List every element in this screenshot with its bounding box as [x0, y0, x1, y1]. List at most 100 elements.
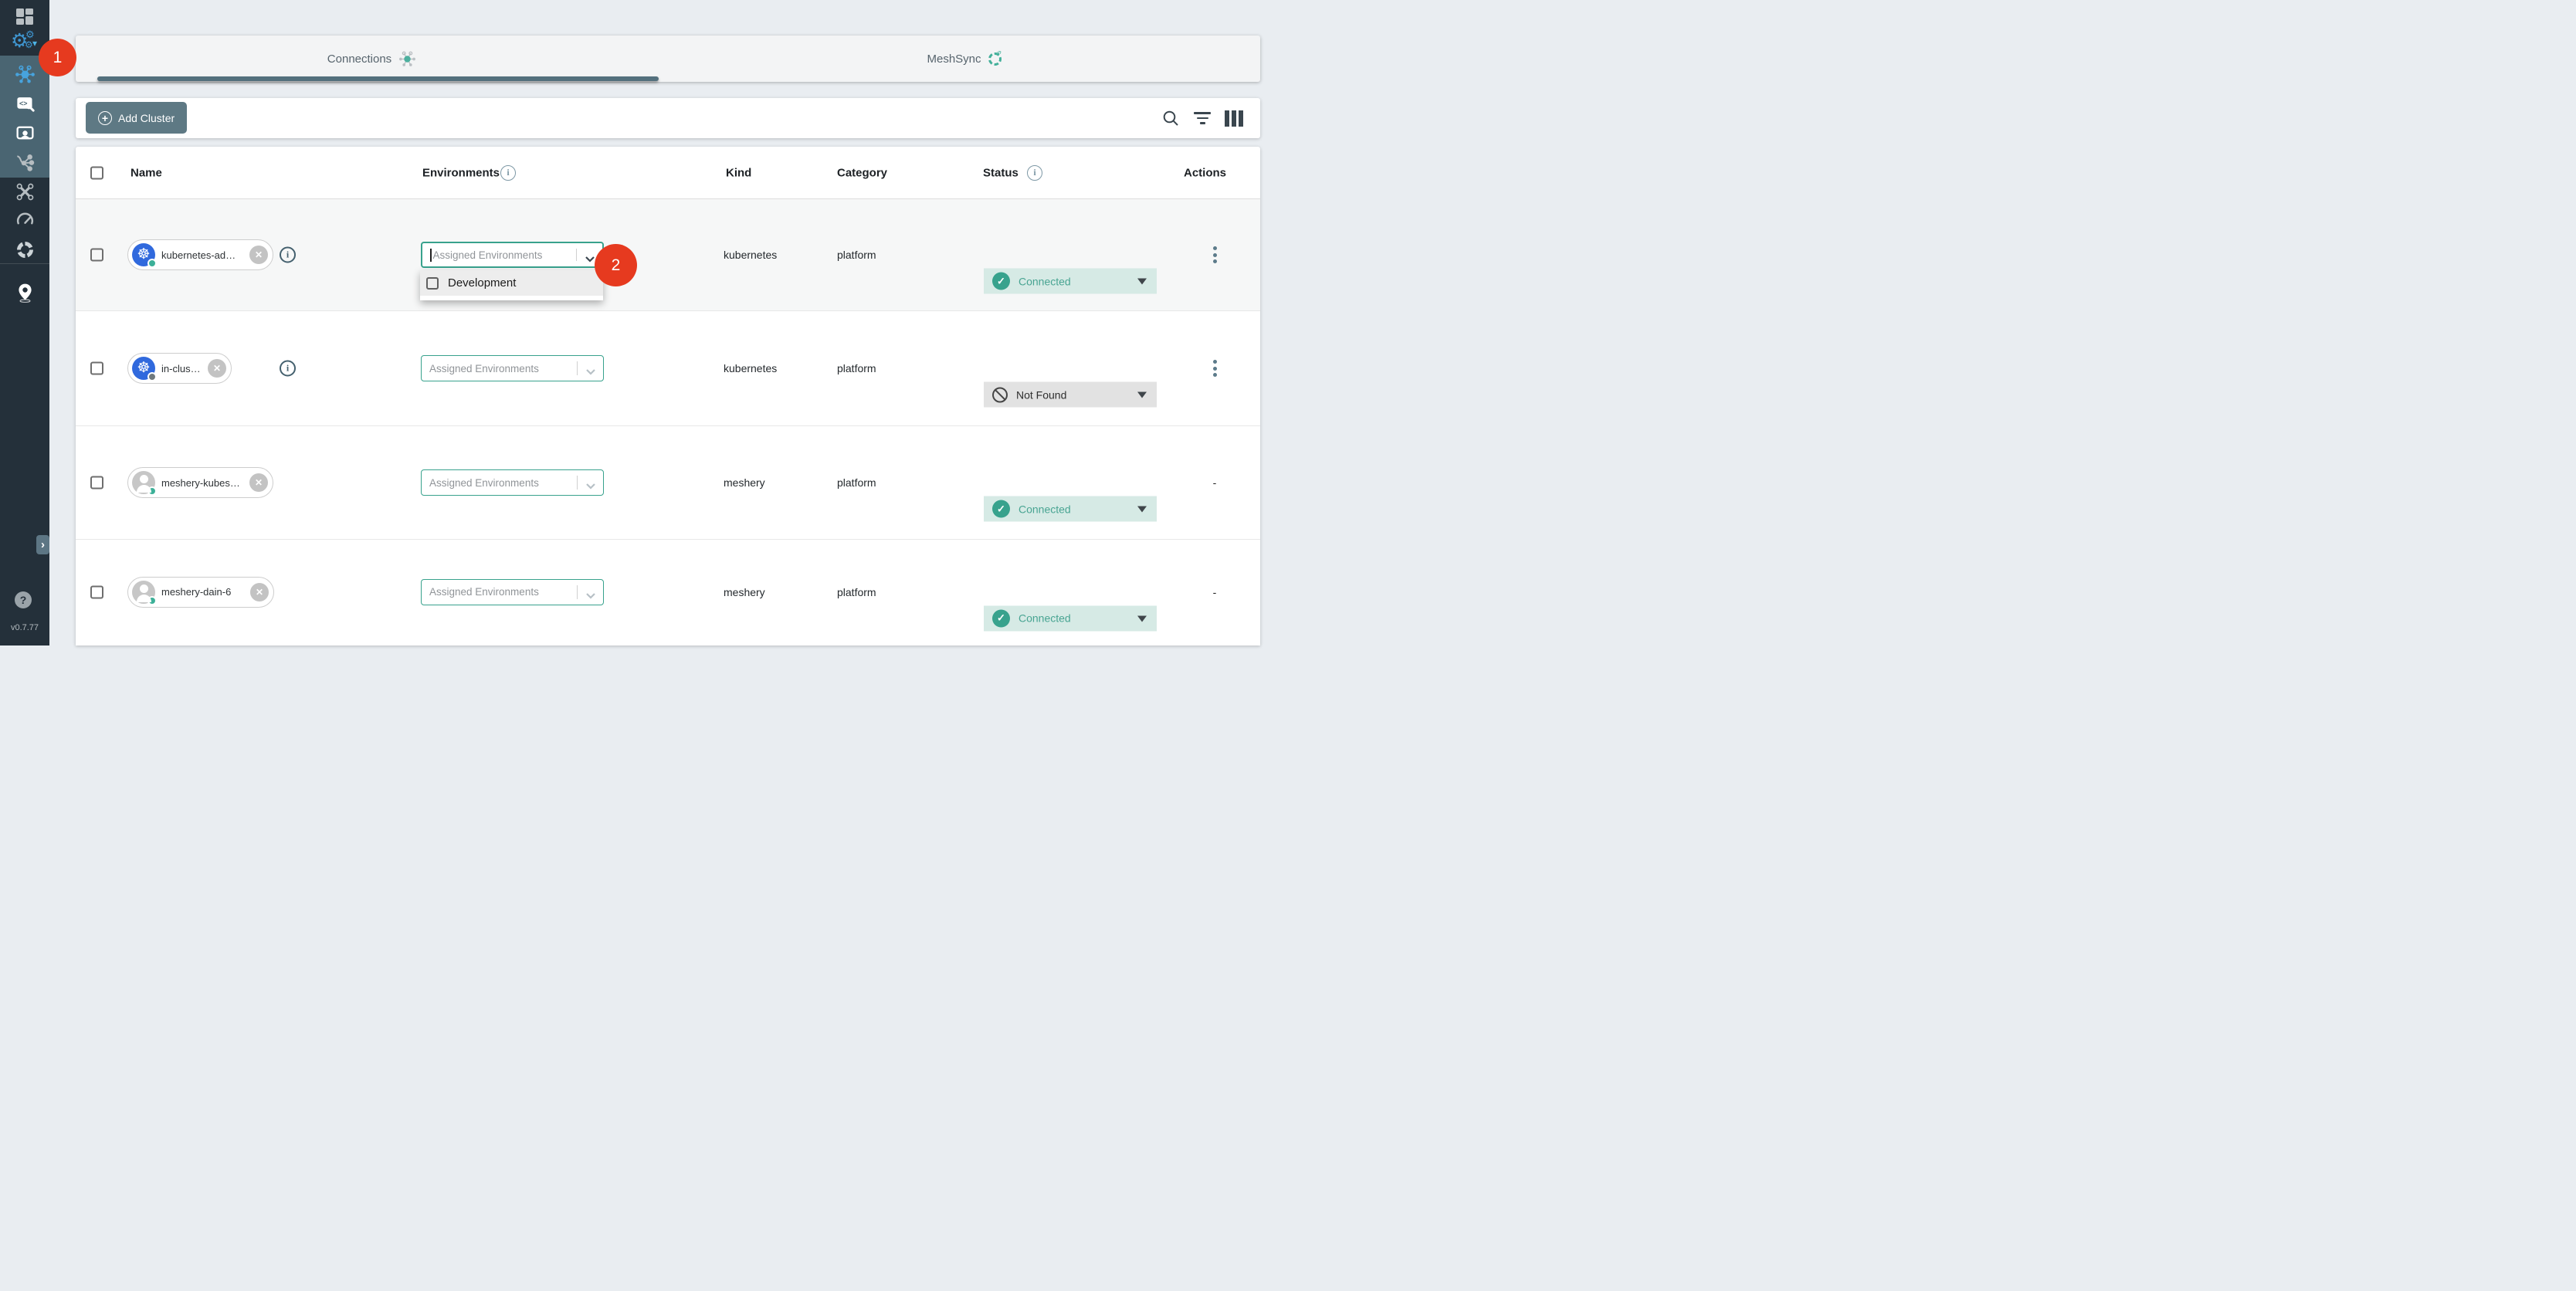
dashboard-icon	[16, 8, 33, 25]
environments-select[interactable]: Assigned Environments	[421, 242, 604, 268]
user-avatar-icon	[132, 471, 155, 494]
question-mark-icon: ?	[20, 594, 27, 606]
connection-name-chip[interactable]: meshery-kubescop… ✕	[127, 467, 273, 498]
category-cell: platform	[837, 586, 876, 598]
sidebar-item-workspaces[interactable]	[0, 121, 49, 144]
table-header: Name Environments i Kind Category Status…	[76, 147, 1260, 199]
category-cell: platform	[837, 362, 876, 374]
sidebar-divider	[0, 263, 49, 264]
user-avatar-icon	[132, 581, 155, 604]
status-info-icon[interactable]: i	[1027, 165, 1042, 181]
connections-mesh-icon	[15, 64, 36, 85]
table-row: ☸ kubernetes-admin… ✕ i Assigned Environ…	[76, 199, 1260, 310]
status-select[interactable]: Not Found	[984, 382, 1157, 408]
row-checkbox[interactable]	[90, 362, 103, 375]
col-category[interactable]: Category	[837, 166, 887, 179]
connected-check-icon: ✓	[992, 500, 1010, 518]
chevron-down-icon[interactable]	[585, 589, 596, 603]
view-columns-icon[interactable]	[1225, 109, 1243, 127]
sync-ring-icon	[988, 53, 1002, 66]
chevron-down-icon[interactable]	[585, 479, 596, 493]
dropdown-arrow-icon	[1137, 279, 1147, 285]
connection-name-chip[interactable]: ☸ kubernetes-admin… ✕	[127, 239, 273, 270]
tabs-bar: Connections MeshSync	[76, 36, 1260, 82]
performance-gauge-icon	[15, 208, 36, 229]
app-version: v0.7.77	[0, 623, 49, 632]
table-toolbar: + Add Cluster	[76, 98, 1260, 138]
kind-cell: meshery	[724, 476, 765, 489]
kubernetes-icon: ☸	[132, 243, 155, 266]
status-select[interactable]: ✓ Connected	[984, 605, 1157, 631]
search-icon[interactable]	[1161, 109, 1180, 127]
mesh-icon	[398, 50, 416, 68]
sidebar-item-catalog[interactable]	[0, 280, 49, 303]
sidebar-item-extensions[interactable]	[0, 238, 49, 261]
toolkit-wrenches-icon	[15, 182, 35, 202]
status-select[interactable]: ✓ Connected	[984, 496, 1157, 522]
category-cell: platform	[837, 476, 876, 489]
row-checkbox[interactable]	[90, 476, 103, 490]
table-row: ☸ in-cluster ✕ i Assigned Environments k…	[76, 310, 1260, 425]
chevron-down-icon[interactable]	[585, 365, 596, 379]
sidebar-item-performance[interactable]	[0, 207, 49, 230]
sidebar: ⚙⚙⚙ ▾ <>	[0, 0, 49, 646]
filter-icon[interactable]	[1193, 109, 1212, 127]
option-checkbox[interactable]	[426, 277, 439, 290]
plus-icon: +	[98, 111, 112, 125]
col-kind[interactable]: Kind	[726, 166, 751, 179]
chevron-down-icon[interactable]	[585, 252, 595, 266]
connected-check-icon: ✓	[992, 609, 1010, 627]
environments-info-icon[interactable]: i	[500, 165, 516, 181]
remove-connection-icon[interactable]: ✕	[249, 246, 268, 264]
remove-connection-icon[interactable]: ✕	[249, 473, 268, 492]
dropdown-option-development[interactable]: Development	[420, 270, 603, 296]
select-all-checkbox[interactable]	[90, 166, 103, 179]
row-actions-menu[interactable]	[1206, 360, 1223, 377]
col-actions[interactable]: Actions	[1184, 166, 1226, 179]
connection-name-chip[interactable]: meshery-dain-6 ✕	[127, 577, 274, 608]
sidebar-item-dashboard[interactable]	[0, 5, 49, 28]
chevron-right-icon: ›	[41, 538, 45, 551]
sidebar-expand-button[interactable]: ›	[36, 535, 49, 554]
col-environments[interactable]: Environments	[422, 166, 500, 179]
help-button[interactable]: ?	[15, 591, 32, 608]
connection-name-chip[interactable]: ☸ in-cluster ✕	[127, 353, 232, 384]
sidebar-item-toolkit[interactable]	[0, 180, 49, 203]
environments-select[interactable]: Assigned Environments	[421, 355, 604, 381]
chevron-down-icon: ▾	[32, 38, 37, 49]
active-tab-indicator	[97, 76, 659, 81]
remove-connection-icon[interactable]: ✕	[208, 359, 226, 378]
online-dot	[147, 486, 157, 496]
add-cluster-button[interactable]: + Add Cluster	[86, 102, 187, 134]
tab-meshsync-label: MeshSync	[927, 53, 981, 66]
tab-meshsync[interactable]: MeshSync	[668, 36, 1260, 82]
dropdown-arrow-icon	[1137, 507, 1147, 513]
environments-select[interactable]: Assigned Environments	[421, 469, 604, 496]
adapters-icon: <>	[15, 93, 36, 114]
catalog-pin-icon	[15, 282, 35, 303]
offline-dot	[147, 372, 157, 381]
row-checkbox[interactable]	[90, 249, 103, 262]
online-dot	[147, 259, 157, 268]
kind-cell: kubernetes	[724, 249, 777, 261]
tab-connections[interactable]: Connections	[76, 36, 668, 82]
kubernetes-icon: ☸	[132, 357, 155, 380]
category-cell: platform	[837, 249, 876, 261]
table-row: meshery-kubescop… ✕ Assigned Environment…	[76, 425, 1260, 539]
col-name[interactable]: Name	[130, 166, 162, 179]
sidebar-item-designs[interactable]	[0, 150, 49, 173]
table-row: meshery-dain-6 ✕ Assigned Environments m…	[76, 539, 1260, 644]
remove-connection-icon[interactable]: ✕	[250, 583, 269, 601]
connected-check-icon: ✓	[992, 273, 1010, 290]
status-select[interactable]: ✓ Connected	[984, 269, 1157, 294]
not-found-ban-icon	[992, 387, 1008, 402]
environments-select[interactable]: Assigned Environments	[421, 579, 604, 605]
connection-info-icon[interactable]: i	[280, 247, 296, 263]
connection-info-icon[interactable]: i	[280, 361, 296, 377]
row-actions-menu[interactable]	[1206, 246, 1223, 263]
dropdown-arrow-icon	[1137, 392, 1147, 398]
col-status[interactable]: Status	[983, 166, 1019, 179]
kind-cell: meshery	[724, 586, 765, 598]
sidebar-item-adapters[interactable]: <>	[0, 92, 49, 115]
row-checkbox[interactable]	[90, 585, 103, 598]
